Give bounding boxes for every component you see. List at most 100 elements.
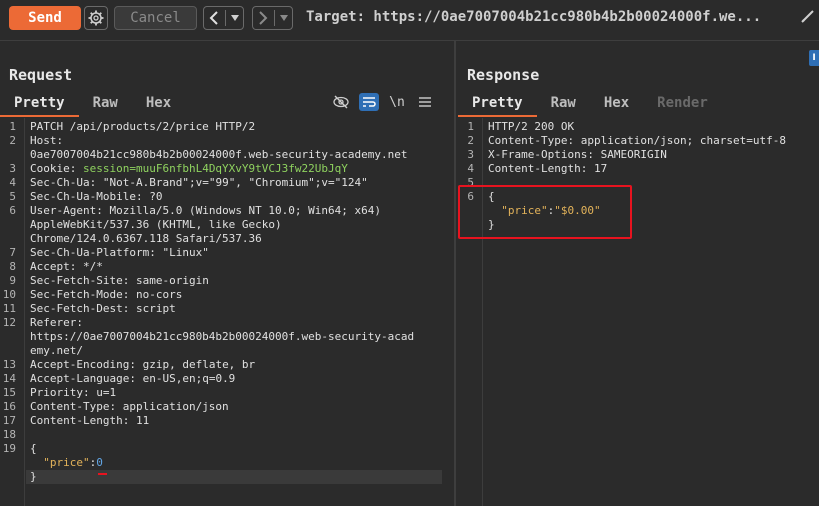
line-number: 6 — [9, 204, 16, 217]
code-text: X-Frame-Options: SAMEORIGIN — [488, 148, 667, 162]
code-text: Sec-Fetch-Mode: no-cors — [30, 288, 182, 302]
line-number: 1 — [467, 120, 474, 133]
tab-pretty[interactable]: Pretty — [0, 92, 79, 117]
line-number: 4 — [9, 176, 16, 189]
tab-raw[interactable]: Raw — [79, 92, 132, 114]
header-value: gzip, deflate, br — [142, 358, 256, 371]
response-title: Response — [467, 66, 540, 84]
code-line: 4 Content-Length: 17 — [456, 162, 819, 176]
chevron-down-icon[interactable] — [231, 15, 239, 21]
code-text: Sec-Fetch-Site: same-origin — [30, 274, 209, 288]
back-button[interactable] — [203, 6, 244, 30]
header-name: Referer: — [30, 316, 83, 329]
code-text: PATCH /api/products/2/price HTTP/2 — [30, 120, 255, 134]
line-number: 2 — [9, 134, 16, 147]
code-text: Cookie: session=muuF6nfbhL4DqYXvY9tVCJ3f… — [30, 162, 348, 176]
separator — [274, 10, 275, 26]
code-line: 1 HTTP/2 200 OK — [456, 120, 819, 134]
menu-button[interactable] — [415, 93, 435, 111]
line-number: 3 — [9, 162, 16, 175]
request-tabs: Pretty Raw Hex — [0, 92, 185, 117]
code-text: emy.net/ — [30, 344, 83, 358]
code-text: Chrome/124.0.6367.118 Safari/537.36 — [30, 232, 262, 246]
line-number: 3 — [467, 148, 474, 161]
inspector-tab[interactable]: I — [809, 50, 819, 66]
header-value: script — [135, 302, 176, 315]
code-text: "price":0 — [30, 456, 103, 470]
code-text: Sec-Ch-Ua-Mobile: ?0 — [30, 190, 162, 204]
header-value: Chrome/124.0.6367.118 Safari/537.36 — [30, 232, 262, 245]
code-line: 3 X-Frame-Options: SAMEORIGIN — [456, 148, 819, 162]
settings-button[interactable] — [84, 6, 108, 30]
header-name: Cookie: — [30, 162, 83, 175]
line-number: 2 — [467, 134, 474, 147]
code-line: 11 Sec-Fetch-Dest: script — [0, 302, 452, 316]
header-name: Accept: — [30, 260, 83, 273]
code-line: 18 — [0, 428, 452, 442]
header-value: 11 — [135, 414, 150, 427]
hamburger-icon — [419, 97, 431, 107]
code-line: 1 PATCH /api/products/2/price HTTP/2 — [0, 120, 452, 134]
pretty-print-button[interactable] — [359, 93, 379, 111]
line-number: 4 — [467, 162, 474, 175]
target-url: Target: https://0ae7007004b21cc980b4b2b0… — [306, 9, 762, 25]
chevron-left-icon — [209, 11, 218, 25]
tab-pretty[interactable]: Pretty — [458, 92, 537, 117]
header-value: "Linux" — [162, 246, 209, 259]
tab-hex[interactable]: Hex — [590, 92, 643, 114]
line-number: 17 — [2, 414, 16, 427]
tab-render[interactable]: Render — [643, 92, 722, 114]
edit-target-button[interactable] — [799, 7, 819, 29]
request-editor[interactable]: 1 PATCH /api/products/2/price HTTP/2 2 Host… — [0, 118, 452, 506]
code-line: 10 Sec-Fetch-Mode: no-cors — [0, 288, 452, 302]
line-number: 5 — [9, 190, 16, 203]
code-line: 12 Referer: — [0, 316, 452, 330]
code-line: 2 Host: — [0, 134, 452, 148]
header-value: 0ae7007004b21cc980b4b2b00024000f.web-sec… — [30, 148, 408, 161]
send-button[interactable]: Send — [9, 6, 81, 30]
code-text: Accept-Encoding: gzip, deflate, br — [30, 358, 255, 372]
code-line: 13 Accept-Encoding: gzip, deflate, br — [0, 358, 452, 372]
response-tabs: Pretty Raw Hex Render — [458, 92, 722, 117]
code-text: Content-Type: application/json; charset=… — [488, 134, 786, 148]
header-value: en-US,en;q=0.9 — [142, 372, 236, 385]
code-line: Chrome/124.0.6367.118 Safari/537.36 — [0, 232, 452, 246]
line-number: 8 — [9, 260, 16, 273]
code-line: "price":0 — [0, 456, 452, 470]
code-text: User-Agent: Mozilla/5.0 (Windows NT 10.0… — [30, 204, 381, 218]
code-text: Content-Type: application/json — [30, 400, 229, 414]
header-name: Content-Type: — [488, 134, 581, 147]
response-editor[interactable]: 1 HTTP/2 200 OK 2 Content-Type: application… — [456, 118, 819, 506]
code-line: 17 Content-Length: 11 — [0, 414, 452, 428]
header-name: X-Frame-Options: — [488, 148, 601, 161]
header-value: session=muuF6nfbhL4DqYXvY9tVCJ3fw22UbJqY — [82, 162, 348, 175]
hide-nonprintable-button[interactable] — [331, 93, 351, 111]
header-name: Content-Type: — [30, 400, 123, 413]
header-value: https://0ae7007004b21cc980b4b2b00024000f… — [30, 330, 415, 343]
forward-button[interactable] — [252, 6, 293, 30]
code-text: Sec-Ch-Ua-Platform: "Linux" — [30, 246, 209, 260]
show-newlines-button[interactable]: \n — [387, 93, 407, 111]
header-value: } — [30, 470, 37, 483]
code-text: Content-Length: 11 — [30, 414, 149, 428]
header-name: Sec-Ch-Ua-Platform: — [30, 246, 163, 259]
gear-icon — [88, 10, 104, 26]
chevron-down-icon[interactable] — [280, 15, 288, 21]
code-line: 3 Cookie: session=muuF6nfbhL4DqYXvY9tVCJ3… — [0, 162, 452, 176]
header-value: application/json; charset=utf-8 — [580, 134, 787, 147]
line-number: 1 — [9, 120, 16, 133]
line-number: 16 — [2, 400, 16, 413]
code-line: 9 Sec-Fetch-Site: same-origin — [0, 274, 452, 288]
code-text: https://0ae7007004b21cc980b4b2b00024000f… — [30, 330, 414, 344]
json-key: "price" — [43, 456, 90, 469]
header-value: PATCH /api/products/2/price HTTP/2 — [30, 120, 256, 133]
header-name — [30, 456, 43, 469]
tab-raw[interactable]: Raw — [537, 92, 590, 114]
code-line: 4 Sec-Ch-Ua: "Not-A.Brand";v="99", "Chrom… — [0, 176, 452, 190]
cancel-button[interactable]: Cancel — [114, 6, 197, 30]
code-line: 8 Accept: */* — [0, 260, 452, 274]
toolbar: Send Cancel Target: https://0ae7007004b2… — [0, 0, 819, 38]
tab-hex[interactable]: Hex — [132, 92, 185, 114]
line-number: 7 — [9, 246, 16, 259]
code-line: 19 { — [0, 442, 452, 456]
